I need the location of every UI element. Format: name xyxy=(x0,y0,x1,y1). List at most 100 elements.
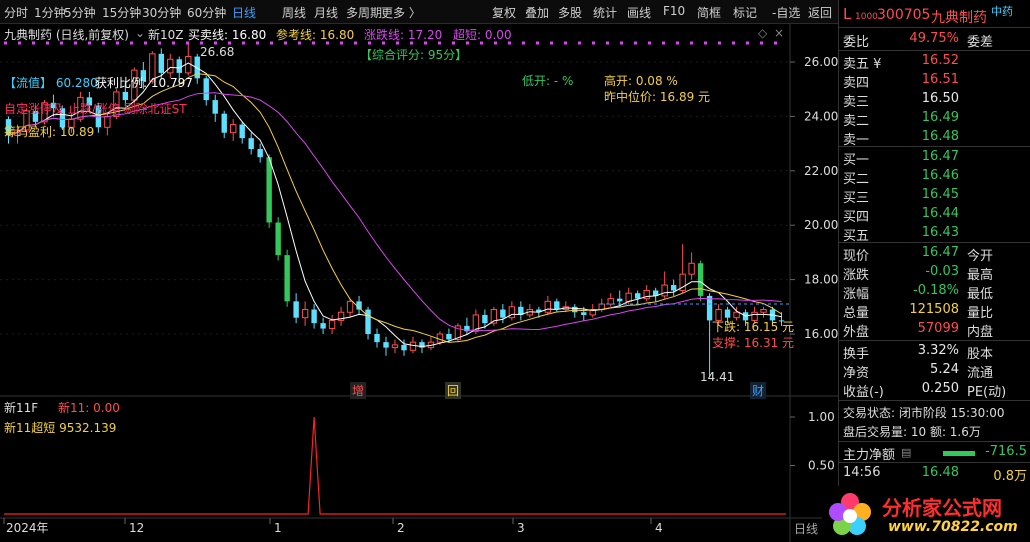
bid-row-4-value: 16.44 xyxy=(921,206,959,221)
toolbar-item-2[interactable]: 5分钟 xyxy=(64,4,96,21)
profit-ratio-label: 获利比例: 10.797 xyxy=(95,76,193,90)
candle-body xyxy=(391,344,399,349)
price-tick-label: 22.00 xyxy=(804,164,838,178)
candle-body xyxy=(634,293,641,299)
sector-tag[interactable]: 中药 xyxy=(991,3,1013,19)
list-icon[interactable]: ▤ xyxy=(901,446,911,459)
diamond-icon[interactable]: ◇ xyxy=(758,26,767,40)
ratio-label: 委比 xyxy=(843,35,870,50)
toolbar-item-6[interactable]: 日线 xyxy=(232,4,256,21)
sub-tick-label: 1.00 xyxy=(808,410,835,424)
main-net-label: 主力净额 xyxy=(843,448,896,463)
site-logo: 分析家公式网 www.70822.com xyxy=(822,486,1030,542)
stat-row-2-label: 涨幅 xyxy=(843,287,870,302)
bid-row-2-label: 买二 xyxy=(843,172,870,187)
ask-row-3: 卖三 16.50 xyxy=(839,90,1030,110)
candle-body xyxy=(436,333,444,343)
quote-header: L 1000 300705 九典制药 中药 xyxy=(839,0,1030,28)
bid-row-1-value: 16.47 xyxy=(921,149,959,164)
bid-row-3-value: 16.45 xyxy=(921,187,959,202)
toolbar-item-4[interactable]: 30分钟 xyxy=(142,4,181,21)
toolbar-item-11[interactable]: 复权 xyxy=(492,4,516,21)
stat2-row-2-label2: PE(动) xyxy=(967,385,1007,400)
float-value-label: 【流值】 60.280 xyxy=(4,76,98,90)
trade-state-row: 交易状态: 闭市阶段 15:30:00 xyxy=(839,403,1030,422)
quote-panel: L 1000 300705 九典制药 中药 委比 49.75% 委差 交易状态:… xyxy=(838,0,1030,542)
toolbar-item-8[interactable]: 月线 xyxy=(314,4,338,21)
toolbar-item-17[interactable]: 简框 xyxy=(697,4,721,21)
candle-body xyxy=(500,309,506,318)
stat-row-3: 总量 121508 量比 xyxy=(839,301,1030,321)
ask-row-4-value: 16.51 xyxy=(921,72,959,87)
toolbar-item-10[interactable]: 更多 〉 xyxy=(381,4,421,21)
stock-name[interactable]: 九典制药 xyxy=(931,7,987,27)
stat-row-1-label2: 最高 xyxy=(967,268,994,283)
candle-body xyxy=(544,300,552,313)
ask-row-1-label: 卖一 xyxy=(843,133,870,148)
tag-finance[interactable]: 财 xyxy=(750,382,767,399)
candle-body xyxy=(572,306,578,313)
candle-body xyxy=(230,124,237,134)
ask-row-5: 卖五 ¥ 16.52 xyxy=(839,52,1030,72)
chip-profit-label: 筹码盈利: 10.89 xyxy=(4,125,95,139)
tag-return[interactable]: 回 xyxy=(445,382,462,399)
bid-row-5-value: 16.43 xyxy=(921,225,959,240)
toolbar-item-19[interactable]: -自选 xyxy=(772,4,800,21)
toolbar-item-20[interactable]: 返回 xyxy=(808,4,832,21)
toolbar-item-13[interactable]: 多股 xyxy=(558,4,582,21)
stat2-row-0-label2: 股本 xyxy=(967,347,994,362)
main-net-row[interactable]: 主力净额 ▤ -716.5 xyxy=(839,443,1030,463)
candle-body xyxy=(248,138,254,150)
time-tick-label: 4 xyxy=(655,521,663,535)
stock-code[interactable]: 300705 xyxy=(877,7,930,23)
main-net-value: -716.5 xyxy=(985,444,1027,459)
toolbar-item-3[interactable]: 15分钟 xyxy=(102,4,141,21)
toolbar-item-1[interactable]: 1分钟 xyxy=(34,4,66,21)
ask-row-3-value: 16.50 xyxy=(921,91,959,106)
toolbar-item-5[interactable]: 60分钟 xyxy=(187,4,226,21)
candle-body xyxy=(346,300,354,313)
candle-body xyxy=(203,78,209,101)
candle-body xyxy=(401,344,407,351)
toolbar-item-0[interactable]: 分时 xyxy=(4,4,28,21)
candle-body xyxy=(275,222,281,256)
toolbar-item-15[interactable]: 画线 xyxy=(627,4,651,21)
ask-row-5-label: 卖五 ¥ xyxy=(843,57,882,72)
candle-body xyxy=(508,306,516,319)
time-tick-label: 2024年 xyxy=(6,521,49,535)
stat-row-2-value: -0.18% xyxy=(913,283,959,298)
candle-body xyxy=(365,309,371,334)
candle-body xyxy=(581,312,587,315)
candle-body xyxy=(661,284,668,297)
candle-body xyxy=(122,91,129,101)
candle-body xyxy=(301,309,309,319)
market-tag: L xyxy=(843,5,852,23)
tick-row: 14:56 16.48 0.8万 xyxy=(839,464,1030,484)
stat-row-0-label2: 今开 xyxy=(967,249,994,264)
candle-body xyxy=(482,314,488,324)
candle-body xyxy=(320,323,326,329)
toolbar-item-14[interactable]: 统计 xyxy=(593,4,617,21)
stat-row-4-label2: 内盘 xyxy=(967,325,994,340)
toolbar-item-7[interactable]: 周线 xyxy=(282,4,306,21)
price-tick-label: 24.00 xyxy=(804,109,838,123)
tag-increase[interactable]: 增 xyxy=(350,382,367,399)
toolbar-item-9[interactable]: 多周期 xyxy=(346,4,382,21)
stat2-row-0-value: 3.32% xyxy=(917,343,959,358)
bid-row-3-label: 买三 xyxy=(843,191,870,206)
logo-url: www.70822.com xyxy=(888,519,1018,535)
toolbar-item-18[interactable]: 标记 xyxy=(733,4,757,21)
chevron-down-icon[interactable]: ⌄ xyxy=(135,26,145,40)
candle-body xyxy=(293,301,299,318)
candle-body xyxy=(625,292,632,302)
close-icon[interactable]: × xyxy=(774,26,784,40)
ask-row-1: 卖一 16.48 xyxy=(839,128,1030,148)
sub-indicator-name[interactable]: 新11F xyxy=(4,399,38,416)
time-tick-label: 3 xyxy=(517,521,525,535)
stat2-row-0: 换手 3.32% 股本 xyxy=(839,342,1030,362)
ask-row-5-value: 16.52 xyxy=(921,53,959,68)
after-hours-row: 盘后交易量: 10 额: 1.6万 xyxy=(839,422,1030,441)
toolbar-item-12[interactable]: 叠加 xyxy=(525,4,549,21)
candle-body xyxy=(212,100,218,114)
toolbar-item-16[interactable]: F10 xyxy=(663,4,685,18)
